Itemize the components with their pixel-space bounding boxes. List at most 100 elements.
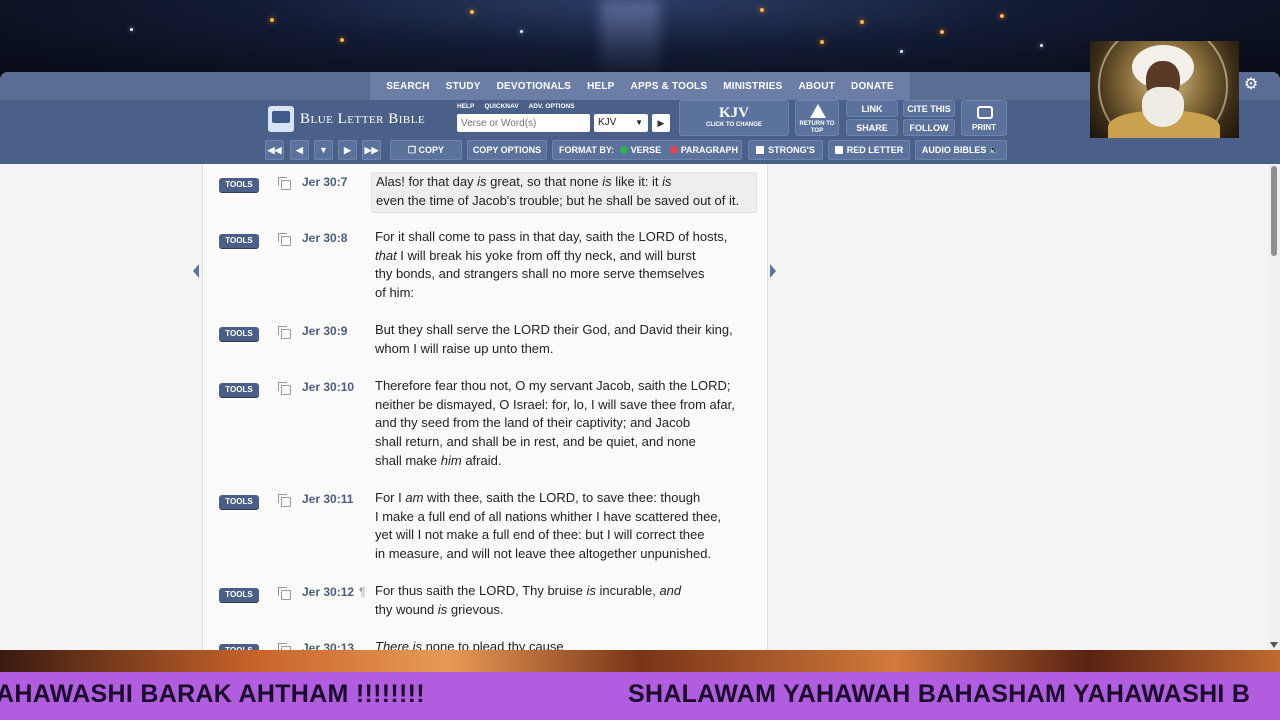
list-down-icon: ▼	[319, 145, 328, 155]
copy-small-icon: ❐	[407, 145, 419, 155]
verse-option[interactable]: VERSE	[619, 145, 662, 155]
browser-window: SEARCH STUDY DEVOTIONALS HELP APPS & TOOLS MI…	[0, 72, 1280, 650]
top-navigation: SEARCH STUDY DEVOTIONALS HELP APPS & TOOLS MI…	[0, 72, 1280, 100]
adv-options-link[interactable]: ADV. OPTIONS	[529, 103, 575, 110]
nav-item-donate[interactable]: DONATE	[843, 81, 902, 92]
scrollbar[interactable]	[1268, 164, 1280, 650]
arrow-up-icon	[810, 104, 826, 118]
spark	[820, 40, 824, 44]
scroll-thumb[interactable]	[1271, 166, 1277, 256]
audio-bibles-button[interactable]: AUDIO BIBLES 🔈	[915, 140, 1007, 160]
gear-icon[interactable]: ⚙	[1240, 74, 1262, 96]
version-select[interactable]: KJV ▼	[594, 114, 648, 132]
verse-panel: TOOLS Jer 30:7 Alas! for that day is great…	[202, 164, 768, 650]
tools-button[interactable]: TOOLS	[219, 234, 259, 248]
spark	[470, 10, 474, 14]
checkbox-icon	[834, 146, 843, 154]
red-letter-toggle[interactable]: RED LETTER	[828, 140, 910, 160]
copy-verse-icon[interactable]	[278, 587, 291, 600]
audio-bibles-label: AUDIO BIBLES	[921, 145, 987, 155]
spark	[860, 20, 864, 24]
nav-item-about[interactable]: ABOUT	[790, 81, 843, 92]
copy-verse-icon[interactable]	[278, 382, 291, 395]
strongs-toggle[interactable]: STRONG'S	[748, 140, 823, 160]
last-chapter-button[interactable]: ▶▶	[362, 140, 381, 160]
return-to-top-button[interactable]: RETURN TO TOP	[795, 100, 839, 136]
verse-reference[interactable]: Jer 30:10	[302, 380, 354, 394]
verse-text: But they shall serve the LORD their God,…	[375, 322, 733, 356]
next-button[interactable]: ▶	[338, 140, 357, 160]
copy-options-button[interactable]: COPY OPTIONS	[467, 140, 547, 160]
mini-links: HELP QUICKNAV ADV. OPTIONS	[457, 103, 575, 110]
tools-button[interactable]: TOOLS	[219, 495, 259, 509]
cite-this-button[interactable]: CITE THIS	[903, 100, 955, 117]
tools-button[interactable]: TOOLS	[219, 178, 259, 192]
strongs-label: STRONG'S	[768, 145, 815, 155]
print-button[interactable]: PRINT	[961, 100, 1007, 136]
go-button[interactable]: ▶	[652, 114, 670, 132]
book-icon	[268, 106, 294, 132]
search-input[interactable]	[457, 114, 590, 132]
spark	[760, 8, 764, 12]
nav-item-ministries[interactable]: MINISTRIES	[715, 81, 790, 92]
help-link[interactable]: HELP	[457, 103, 474, 110]
previous-chapter-arrow-icon[interactable]	[193, 264, 199, 278]
follow-button[interactable]: FOLLOW	[903, 119, 955, 136]
tools-button[interactable]: TOOLS	[219, 588, 259, 602]
spark	[940, 30, 944, 34]
right-icon: ▶	[344, 145, 351, 155]
verse-label: VERSE	[630, 145, 662, 155]
copy-label: COPY	[418, 145, 445, 155]
spark	[520, 30, 523, 33]
copy-verse-icon[interactable]	[278, 494, 291, 507]
kjv-label: KJV	[719, 105, 749, 121]
ticker-text-left: AHAWASHI BARAK AHTHAM !!!!!!!!	[0, 680, 425, 708]
site-logo[interactable]: Blue Letter Bible	[268, 106, 425, 132]
toolbar: ◀◀ ◀ ▼ ▶ ▶▶ ❐ COPY COPY OPTIONS FORMAT B…	[0, 140, 1280, 162]
chapter-list-button[interactable]: ▼	[314, 140, 333, 160]
nav-item-help[interactable]: HELP	[579, 81, 622, 92]
copy-verse-icon[interactable]	[278, 177, 291, 190]
left-icon: ◀	[296, 145, 303, 155]
first-chapter-button[interactable]: ◀◀	[265, 140, 284, 160]
verse-text: Alas! for that day is great, so that non…	[371, 172, 757, 214]
verse-reference[interactable]: Jer 30:7	[302, 175, 347, 189]
format-by-label: FORMAT BY:	[559, 145, 615, 155]
tools-button[interactable]: TOOLS	[219, 383, 259, 397]
speaker-icon: 🔈	[988, 145, 1001, 155]
format-by-group: FORMAT BY: VERSE PARAGRAPH	[552, 140, 742, 160]
return-label: RETURN TO TOP	[799, 121, 835, 134]
spark	[130, 28, 133, 31]
share-button[interactable]: SHARE	[846, 119, 898, 136]
header: Blue Letter Bible HELP QUICKNAV ADV. OPT…	[0, 100, 1280, 164]
verse-reference[interactable]: Jer 30:13	[302, 641, 354, 650]
check-on-icon	[619, 146, 628, 154]
spark	[1040, 44, 1043, 47]
spark	[270, 18, 274, 22]
verse-reference[interactable]: Jer 30:9	[302, 324, 347, 338]
spark	[900, 50, 903, 53]
next-chapter-arrow-icon[interactable]	[770, 264, 776, 278]
checkbox-icon	[756, 146, 765, 154]
spark	[1000, 14, 1004, 18]
scroll-down-arrow-icon[interactable]	[1270, 642, 1278, 648]
avatar-beard	[1142, 87, 1184, 127]
nav-bar: SEARCH STUDY DEVOTIONALS HELP APPS & TOOLS MI…	[370, 72, 910, 100]
play-icon: ▶	[657, 118, 665, 128]
link-button[interactable]: LINK	[846, 100, 898, 117]
quicknav-link[interactable]: QUICKNAV	[484, 103, 518, 110]
nav-item-search[interactable]: SEARCH	[378, 81, 437, 92]
nav-item-study[interactable]: STUDY	[438, 81, 489, 92]
nav-item-apps-tools[interactable]: APPS & TOOLS	[623, 81, 716, 92]
previous-button[interactable]: ◀	[290, 140, 309, 160]
kjv-change-button[interactable]: KJV CLICK TO CHANGE	[679, 100, 789, 136]
copy-verse-icon[interactable]	[278, 326, 291, 339]
copy-verse-icon[interactable]	[278, 233, 291, 246]
verse-reference[interactable]: Jer 30:8	[302, 231, 347, 245]
nav-item-devotionals[interactable]: DEVOTIONALS	[489, 81, 579, 92]
verse-reference[interactable]: Jer 30:12	[302, 585, 354, 599]
verse-reference[interactable]: Jer 30:11	[302, 492, 353, 506]
tools-button[interactable]: TOOLS	[219, 327, 259, 341]
paragraph-option[interactable]: PARAGRAPH	[669, 145, 738, 155]
copy-button[interactable]: ❐ COPY	[390, 140, 462, 160]
